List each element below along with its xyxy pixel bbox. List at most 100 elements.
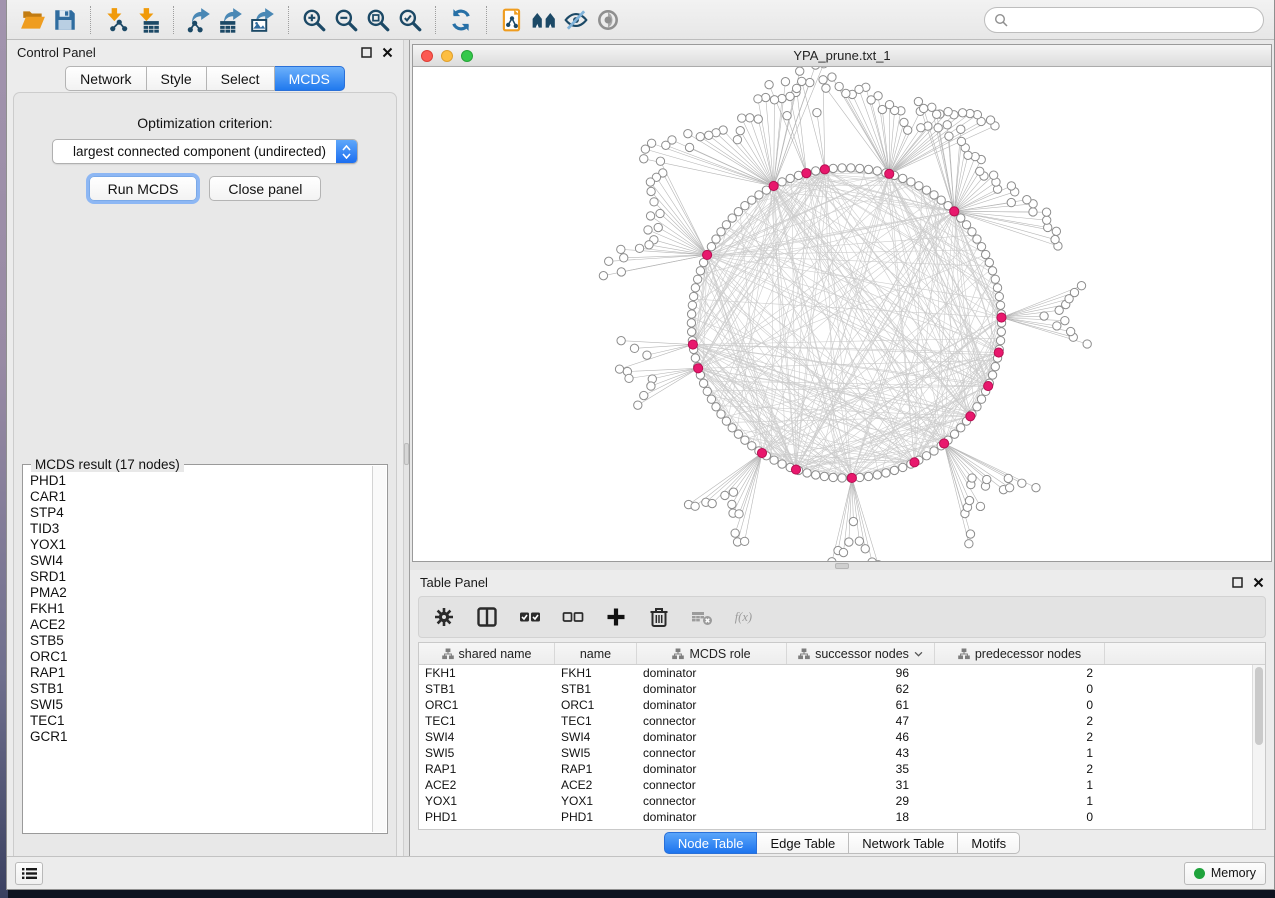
table-cell[interactable]: connector	[637, 714, 787, 728]
table-cell[interactable]: dominator	[637, 666, 787, 680]
graph-node[interactable]	[734, 430, 742, 438]
graph-leaf-node[interactable]	[662, 141, 670, 149]
graph-node[interactable]	[991, 275, 999, 283]
table-cell[interactable]: SWI4	[419, 730, 555, 744]
graph-node[interactable]	[957, 214, 965, 222]
graph-leaf-node[interactable]	[640, 155, 648, 163]
graph-node[interactable]	[937, 196, 945, 204]
select-all-checkboxes-icon[interactable]	[517, 604, 543, 630]
table-cell[interactable]: ORC1	[419, 698, 555, 712]
table-row[interactable]: FKH1FKH1dominator962	[419, 665, 1265, 681]
graph-leaf-node[interactable]	[1042, 208, 1050, 216]
mcds-list-scrollbar[interactable]	[372, 466, 386, 832]
graph-node[interactable]	[728, 214, 736, 222]
graph-leaf-node[interactable]	[708, 499, 716, 507]
mcds-result-item[interactable]: GCR1	[30, 729, 372, 745]
graph-node[interactable]	[688, 301, 696, 309]
graph-leaf-node[interactable]	[885, 100, 893, 108]
graph-node[interactable]	[993, 284, 1001, 292]
graph-node[interactable]	[838, 474, 846, 482]
mcds-result-item[interactable]: ORC1	[30, 649, 372, 665]
graph-hub-node[interactable]	[885, 169, 894, 178]
zoom-out-icon[interactable]	[330, 4, 362, 36]
first-neighbors-icon[interactable]	[528, 4, 560, 36]
graph-node[interactable]	[728, 424, 736, 432]
close-table-panel-icon[interactable]	[1253, 577, 1264, 588]
table-cell[interactable]: SWI5	[419, 746, 555, 760]
graph-leaf-node[interactable]	[914, 97, 922, 105]
table-row[interactable]: YOX1YOX1connector291	[419, 793, 1265, 809]
table-cell[interactable]: dominator	[637, 730, 787, 744]
graph-node[interactable]	[703, 387, 711, 395]
graph-leaf-node[interactable]	[957, 125, 965, 133]
graph-leaf-node[interactable]	[849, 517, 857, 525]
graph-leaf-node[interactable]	[1053, 322, 1061, 330]
graph-node[interactable]	[734, 208, 742, 216]
graph-leaf-node[interactable]	[813, 108, 821, 116]
graph-leaf-node[interactable]	[617, 337, 625, 345]
graph-leaf-node[interactable]	[599, 272, 607, 280]
graph-hub-node[interactable]	[769, 181, 778, 190]
graph-leaf-node[interactable]	[868, 558, 876, 561]
graph-hub-node[interactable]	[688, 340, 697, 349]
graph-node[interactable]	[977, 243, 985, 251]
show-all-eye-icon[interactable]	[592, 4, 624, 36]
graph-hub-node[interactable]	[694, 364, 703, 373]
graph-leaf-node[interactable]	[736, 127, 744, 135]
graph-node[interactable]	[820, 472, 828, 480]
graph-node[interactable]	[864, 165, 872, 173]
graph-node[interactable]	[981, 250, 989, 258]
graph-leaf-node[interactable]	[1018, 479, 1026, 487]
table-cell[interactable]: STB1	[419, 682, 555, 696]
search-input[interactable]	[1014, 12, 1254, 27]
mcds-result-item[interactable]: FKH1	[30, 601, 372, 617]
graph-leaf-node[interactable]	[976, 167, 984, 175]
graph-leaf-node[interactable]	[958, 109, 966, 117]
graph-leaf-node[interactable]	[976, 502, 984, 510]
table-cell[interactable]: SWI4	[555, 730, 637, 744]
table-cell[interactable]: dominator	[637, 698, 787, 712]
float-table-panel-icon[interactable]	[1232, 577, 1243, 588]
graph-node[interactable]	[717, 410, 725, 418]
table-row[interactable]: ACE2ACE2connector311	[419, 777, 1265, 793]
memory-button[interactable]: Memory	[1184, 862, 1266, 885]
table-cell[interactable]: 31	[787, 778, 935, 792]
graph-leaf-node[interactable]	[928, 103, 936, 111]
graph-node[interactable]	[712, 403, 720, 411]
graph-node[interactable]	[689, 292, 697, 300]
tab-style[interactable]: Style	[147, 66, 207, 91]
graph-leaf-node[interactable]	[828, 73, 836, 81]
graph-leaf-node[interactable]	[735, 510, 743, 518]
graph-leaf-node[interactable]	[754, 115, 762, 123]
table-cell[interactable]: 0	[935, 682, 1105, 696]
graph-node[interactable]	[699, 379, 707, 387]
graph-hub-node[interactable]	[847, 473, 856, 482]
graph-leaf-node[interactable]	[798, 77, 806, 85]
close-panel-button[interactable]: Close panel	[209, 176, 321, 201]
table-cell[interactable]: FKH1	[555, 666, 637, 680]
table-cell[interactable]: 96	[787, 666, 935, 680]
delete-column-trash-icon[interactable]	[646, 604, 672, 630]
graph-leaf-node[interactable]	[1061, 316, 1069, 324]
graph-leaf-node[interactable]	[855, 537, 863, 545]
table-row[interactable]: STB1STB1dominator620	[419, 681, 1265, 697]
graph-leaf-node[interactable]	[761, 93, 769, 101]
hide-selected-icon[interactable]	[560, 4, 592, 36]
open-file-icon[interactable]	[17, 4, 49, 36]
graph-hub-node[interactable]	[910, 458, 919, 467]
table-row[interactable]: ORC1ORC1dominator610	[419, 697, 1265, 713]
graph-node[interactable]	[930, 447, 938, 455]
graph-leaf-node[interactable]	[1029, 208, 1037, 216]
graph-hub-node[interactable]	[791, 465, 800, 474]
network-window-titlebar[interactable]: YPA_prune.txt_1	[413, 45, 1271, 67]
export-image-icon[interactable]	[247, 4, 279, 36]
graph-node[interactable]	[748, 196, 756, 204]
graph-leaf-node[interactable]	[778, 94, 786, 102]
graph-leaf-node[interactable]	[822, 84, 830, 92]
graph-leaf-node[interactable]	[644, 226, 652, 234]
graph-leaf-node[interactable]	[811, 67, 819, 69]
table-cell[interactable]: 35	[787, 762, 935, 776]
graph-node[interactable]	[985, 258, 993, 266]
graph-node[interactable]	[712, 235, 720, 243]
export-network-icon[interactable]	[183, 4, 215, 36]
